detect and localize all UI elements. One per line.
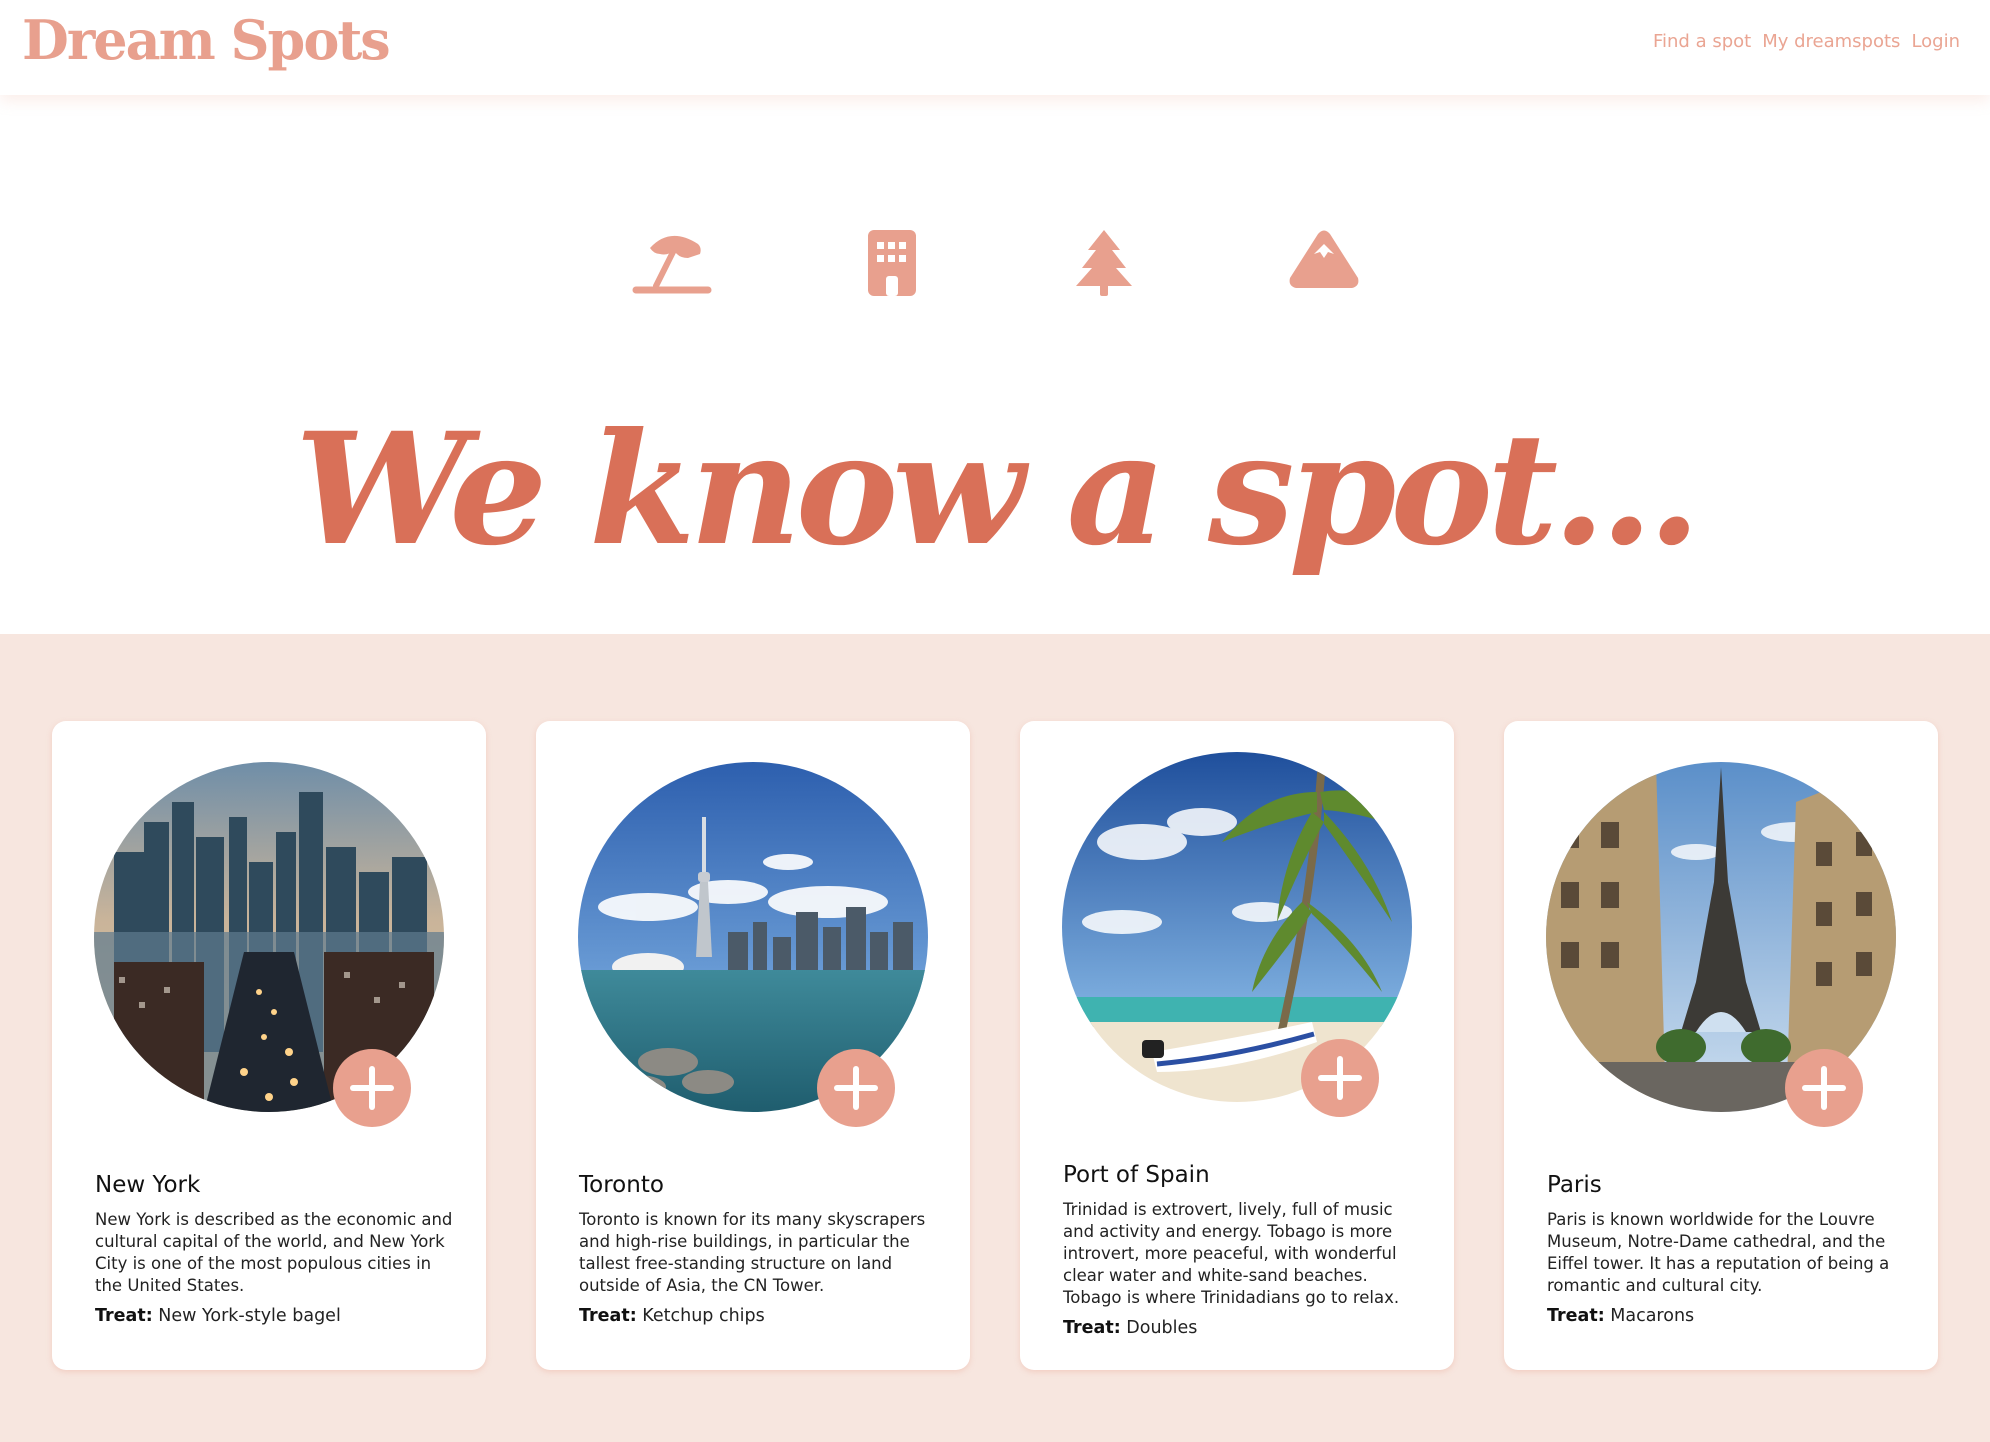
treat-value: Ketchup chips	[642, 1306, 765, 1326]
mountain-icon[interactable]	[1284, 228, 1364, 298]
treat-label: Treat:	[579, 1306, 637, 1326]
site-logo[interactable]: Dream Spots	[22, 8, 391, 72]
treat-value: New York-style bagel	[158, 1306, 341, 1326]
treat-label: Treat:	[95, 1306, 153, 1326]
treat-label: Treat:	[1547, 1306, 1605, 1326]
add-port-of-spain-button[interactable]	[1301, 1039, 1379, 1117]
add-new-york-button[interactable]	[333, 1049, 411, 1127]
destination-card-paris[interactable]: Paris Paris is known worldwide for the L…	[1504, 721, 1938, 1370]
card-treat: Treat: Doubles	[1063, 1318, 1197, 1338]
destination-card-port-of-spain[interactable]: Port of Spain Trinidad is extrovert, liv…	[1020, 721, 1454, 1370]
add-toronto-button[interactable]	[817, 1049, 895, 1127]
pine-tree-icon[interactable]	[1064, 228, 1144, 298]
card-description: Toronto is known for its many skyscraper…	[579, 1210, 926, 1295]
nav-my-dreamspots[interactable]: My dreamspots	[1762, 31, 1900, 52]
treat-value: Doubles	[1126, 1318, 1198, 1338]
card-treat: Treat: Ketchup chips	[579, 1306, 765, 1326]
nav-login[interactable]: Login	[1911, 31, 1960, 52]
site-header: Dream Spots Find a spot My dreamspots Lo…	[0, 0, 1990, 95]
card-title: New York	[95, 1172, 201, 1198]
beach-umbrella-icon[interactable]	[632, 228, 712, 298]
destination-card-toronto[interactable]: Toronto Toronto is known for its many sk…	[536, 721, 970, 1370]
main-nav: Find a spot My dreamspots Login	[1653, 31, 1960, 52]
card-treat: Treat: New York-style bagel	[95, 1306, 341, 1326]
card-title: Port of Spain	[1063, 1162, 1210, 1188]
destination-card-new-york[interactable]: New York New York is described as the ec…	[52, 721, 486, 1370]
card-treat: Treat: Macarons	[1547, 1306, 1694, 1326]
category-icons	[0, 228, 1990, 298]
card-title: Paris	[1547, 1172, 1602, 1198]
building-icon[interactable]	[852, 228, 932, 298]
treat-value: Macarons	[1610, 1306, 1695, 1326]
hero-heading: We know a spot...	[294, 399, 1701, 580]
card-description: Paris is known worldwide for the Louvre …	[1547, 1210, 1890, 1295]
card-description: Trinidad is extrovert, lively, full of m…	[1063, 1200, 1400, 1307]
add-paris-button[interactable]	[1785, 1049, 1863, 1127]
nav-find-a-spot[interactable]: Find a spot	[1653, 31, 1751, 52]
card-title: Toronto	[579, 1172, 664, 1198]
card-description: New York is described as the economic an…	[95, 1210, 453, 1295]
treat-label: Treat:	[1063, 1318, 1121, 1338]
